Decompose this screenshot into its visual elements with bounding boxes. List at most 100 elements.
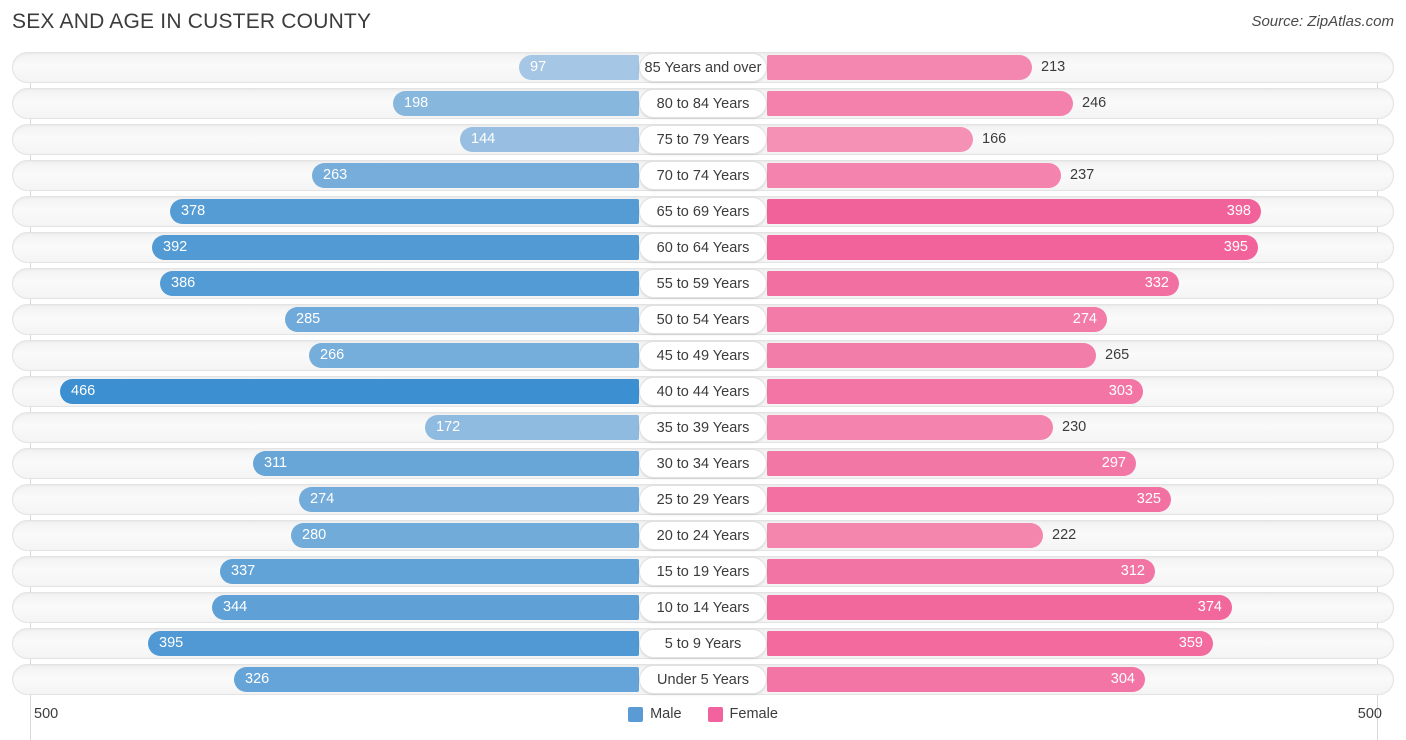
male-value-label: 311	[264, 455, 288, 471]
age-group-row: 395 359 5 to 9 Years	[12, 628, 1394, 659]
age-group-label: 75 to 79 Years	[639, 125, 767, 154]
age-group-label: 15 to 19 Years	[639, 557, 767, 586]
age-group-row: 392 395 60 to 64 Years	[12, 232, 1394, 263]
male-value-label: 337	[231, 563, 256, 579]
age-group-row: 172 230 35 to 39 Years	[12, 412, 1394, 443]
male-value-label: 395	[159, 635, 184, 651]
female-bar[interactable]	[767, 235, 1258, 260]
legend-swatch-male-icon	[628, 706, 644, 722]
female-bar[interactable]	[767, 595, 1232, 620]
female-value-label: 246	[1082, 95, 1107, 111]
male-bar[interactable]	[253, 451, 639, 476]
male-value-label: 378	[181, 203, 206, 219]
male-bar[interactable]	[152, 235, 639, 260]
male-value-label: 344	[223, 599, 248, 615]
male-value-label: 280	[302, 527, 327, 543]
female-bar[interactable]	[767, 163, 1061, 188]
age-group-row: 337 312 15 to 19 Years	[12, 556, 1394, 587]
female-bar[interactable]	[767, 379, 1143, 404]
age-group-row: 144 166 75 to 79 Years	[12, 124, 1394, 155]
male-bar[interactable]	[309, 343, 639, 368]
age-group-label: 25 to 29 Years	[639, 485, 767, 514]
female-value-label: 265	[1105, 347, 1130, 363]
age-group-label: 65 to 69 Years	[639, 197, 767, 226]
female-bar[interactable]	[767, 451, 1136, 476]
female-bar[interactable]	[767, 307, 1107, 332]
age-group-row: 311 297 30 to 34 Years	[12, 448, 1394, 479]
male-value-label: 198	[404, 95, 429, 111]
age-group-label: 70 to 74 Years	[639, 161, 767, 190]
age-group-row: 466 303 40 to 44 Years	[12, 376, 1394, 407]
female-value-label: 395	[1223, 239, 1248, 255]
female-bar[interactable]	[767, 91, 1073, 116]
legend-item-female[interactable]: Female	[707, 706, 778, 722]
chart-page: SEX AND AGE IN CUSTER COUNTY Source: Zip…	[0, 0, 1406, 740]
female-value-label: 166	[982, 131, 1007, 147]
chart-footer: 500 500 Male Female	[12, 702, 1394, 732]
age-group-row: 326 304 Under 5 Years	[12, 664, 1394, 695]
male-bar[interactable]	[220, 559, 639, 584]
age-group-row: 198 246 80 to 84 Years	[12, 88, 1394, 119]
age-group-row: 386 332 55 to 59 Years	[12, 268, 1394, 299]
male-value-label: 172	[436, 419, 461, 435]
male-bar[interactable]	[212, 595, 639, 620]
age-group-label: Under 5 Years	[639, 665, 767, 694]
female-bar[interactable]	[767, 343, 1096, 368]
female-value-label: 374	[1197, 599, 1222, 615]
male-bar[interactable]	[312, 163, 639, 188]
female-bar[interactable]	[767, 415, 1053, 440]
male-bar[interactable]	[393, 91, 639, 116]
age-group-row: 263 237 70 to 74 Years	[12, 160, 1394, 191]
female-value-label: 274	[1072, 311, 1097, 327]
legend-item-male[interactable]: Male	[628, 706, 682, 722]
male-bar[interactable]	[148, 631, 639, 656]
female-value-label: 304	[1110, 671, 1135, 687]
female-value-label: 359	[1178, 635, 1203, 651]
male-bar[interactable]	[60, 379, 639, 404]
chart-legend: Male Female	[12, 706, 1394, 722]
female-value-label: 213	[1041, 59, 1066, 75]
age-group-row: 344 374 10 to 14 Years	[12, 592, 1394, 623]
female-bar[interactable]	[767, 631, 1213, 656]
male-bar[interactable]	[299, 487, 639, 512]
male-value-label: 386	[171, 275, 196, 291]
male-value-label: 97	[530, 59, 547, 75]
age-group-row: 97 213 85 Years and over	[12, 52, 1394, 83]
male-bar[interactable]	[160, 271, 639, 296]
male-value-label: 266	[320, 347, 345, 363]
age-group-row: 266 265 45 to 49 Years	[12, 340, 1394, 371]
female-value-label: 297	[1101, 455, 1126, 471]
female-bar[interactable]	[767, 127, 973, 152]
age-group-row: 378 398 65 to 69 Years	[12, 196, 1394, 227]
female-bar[interactable]	[767, 271, 1179, 296]
legend-label-female: Female	[729, 706, 778, 722]
age-group-label: 55 to 59 Years	[639, 269, 767, 298]
age-group-label: 10 to 14 Years	[639, 593, 767, 622]
age-group-label: 50 to 54 Years	[639, 305, 767, 334]
female-bar[interactable]	[767, 559, 1155, 584]
female-bar[interactable]	[767, 199, 1261, 224]
source-attribution: Source: ZipAtlas.com	[1251, 13, 1394, 30]
female-bar[interactable]	[767, 667, 1145, 692]
female-value-label: 398	[1226, 203, 1251, 219]
female-bar[interactable]	[767, 55, 1032, 80]
male-bar[interactable]	[234, 667, 639, 692]
female-value-label: 332	[1144, 275, 1169, 291]
female-bar[interactable]	[767, 487, 1171, 512]
female-value-label: 325	[1136, 491, 1161, 507]
male-value-label: 274	[310, 491, 335, 507]
male-value-label: 392	[163, 239, 188, 255]
female-value-label: 222	[1052, 527, 1077, 543]
male-bar[interactable]	[291, 523, 639, 548]
male-value-label: 263	[323, 167, 348, 183]
age-group-label: 30 to 34 Years	[639, 449, 767, 478]
male-bar[interactable]	[170, 199, 639, 224]
age-group-label: 85 Years and over	[639, 53, 767, 82]
male-value-label: 466	[71, 383, 96, 399]
age-group-row: 274 325 25 to 29 Years	[12, 484, 1394, 515]
female-value-label: 237	[1070, 167, 1095, 183]
age-group-label: 35 to 39 Years	[639, 413, 767, 442]
age-group-label: 60 to 64 Years	[639, 233, 767, 262]
female-bar[interactable]	[767, 523, 1043, 548]
male-bar[interactable]	[285, 307, 639, 332]
